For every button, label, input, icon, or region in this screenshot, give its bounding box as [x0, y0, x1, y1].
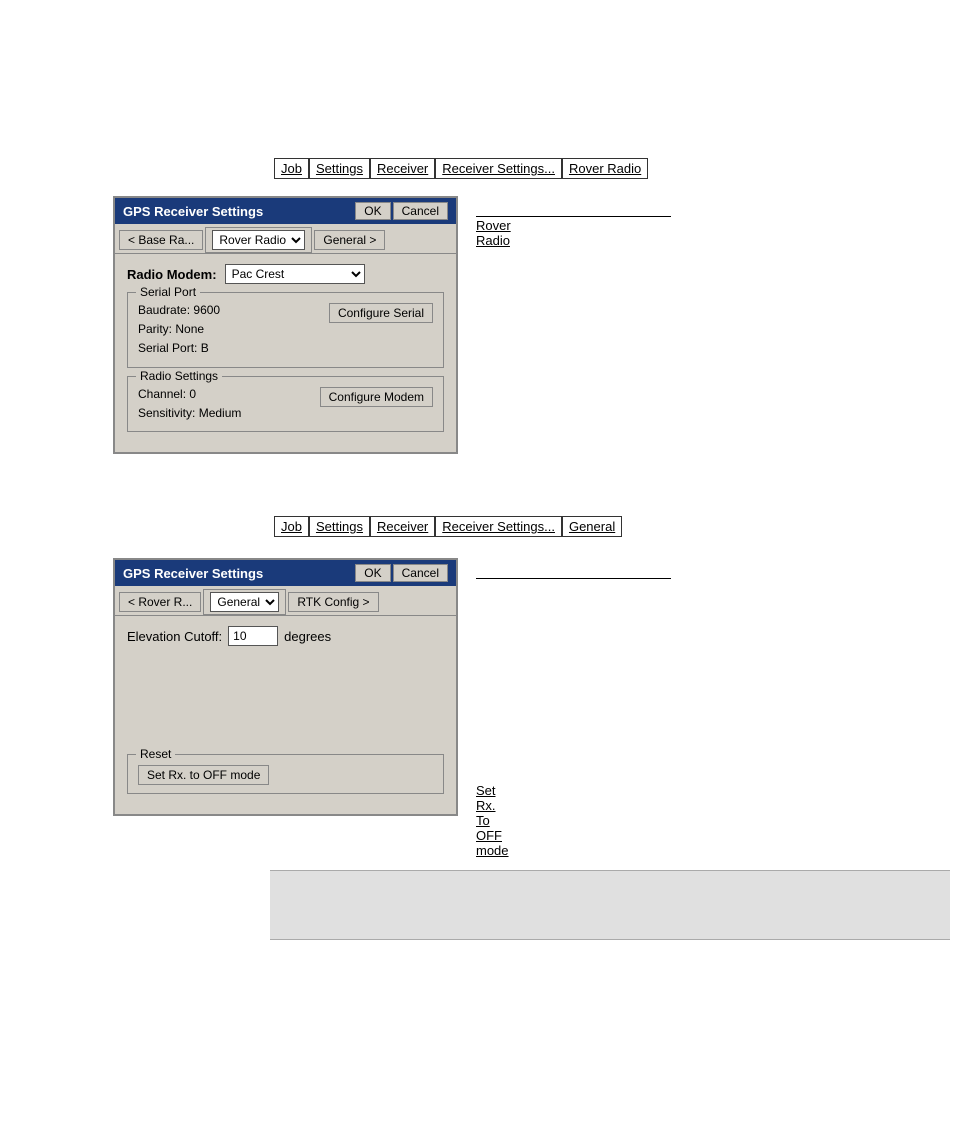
- breadcrumb-settings-1[interactable]: Settings: [309, 158, 370, 179]
- tab-bar-1: < Base Ra... Rover Radio General >: [115, 224, 456, 254]
- parity-row: Parity: None: [138, 320, 319, 339]
- elevation-cutoff-label: Elevation Cutoff:: [127, 629, 222, 644]
- channel-label: Channel:: [138, 387, 186, 401]
- sensitivity-row: Sensitivity: Medium: [138, 404, 310, 423]
- dialog-title-2: GPS Receiver Settings: [123, 566, 263, 581]
- annotation-rover-radio-label: Rover Radio: [476, 218, 511, 248]
- dialog-buttons-2: OK Cancel: [355, 564, 448, 582]
- dialog-ok-2[interactable]: OK: [355, 564, 390, 582]
- tab-prev-1[interactable]: < Base Ra...: [119, 230, 203, 250]
- configure-serial-button[interactable]: Configure Serial: [329, 303, 433, 323]
- dialog-gps-rover-radio: GPS Receiver Settings OK Cancel < Base R…: [113, 196, 458, 454]
- radio-modem-label: Radio Modem:: [127, 267, 217, 282]
- tab-bar-2: < Rover R... General RTK Config >: [115, 586, 456, 616]
- dialog-titlebar-1: GPS Receiver Settings OK Cancel: [115, 198, 456, 224]
- dialog-content-1: Radio Modem: Pac Crest Serial Port Baudr…: [115, 254, 456, 452]
- tab-next-1[interactable]: General >: [314, 230, 385, 250]
- baudrate-value: 9600: [193, 303, 220, 317]
- channel-row: Channel: 0: [138, 385, 310, 404]
- serial-port-row-info: Serial Port: B: [138, 339, 319, 358]
- dialog-cancel-2[interactable]: Cancel: [393, 564, 448, 582]
- breadcrumb-general-2[interactable]: General: [562, 516, 622, 537]
- baudrate-row: Baudrate: 9600: [138, 301, 319, 320]
- breadcrumb-rover-radio-1[interactable]: Rover Radio: [562, 158, 648, 179]
- serial-port-row: Baudrate: 9600 Parity: None Serial Port:…: [138, 301, 433, 359]
- tab-next-2[interactable]: RTK Config >: [288, 592, 378, 612]
- channel-value: 0: [189, 387, 196, 401]
- radio-settings-info: Channel: 0 Sensitivity: Medium: [138, 385, 310, 423]
- degrees-label: degrees: [284, 629, 331, 644]
- breadcrumb-job-2[interactable]: Job: [274, 516, 309, 537]
- serial-port-info: Baudrate: 9600 Parity: None Serial Port:…: [138, 301, 319, 359]
- dialog-ok-1[interactable]: OK: [355, 202, 390, 220]
- serial-port-group-title: Serial Port: [136, 285, 200, 299]
- tab-select-2[interactable]: General: [210, 592, 279, 612]
- breadcrumb-receiver-settings-1[interactable]: Receiver Settings...: [435, 158, 562, 179]
- breadcrumb-row-2: Job Settings Receiver Receiver Settings.…: [274, 516, 622, 537]
- elevation-cutoff-input[interactable]: [228, 626, 278, 646]
- dialog-cancel-1[interactable]: Cancel: [393, 202, 448, 220]
- radio-modem-row: Radio Modem: Pac Crest: [127, 264, 444, 284]
- tab-active-1: Rover Radio: [205, 227, 312, 253]
- radio-modem-select[interactable]: Pac Crest: [225, 264, 365, 284]
- parity-label: Parity:: [138, 322, 172, 336]
- sensitivity-value: Medium: [199, 406, 242, 420]
- sensitivity-label: Sensitivity:: [138, 406, 195, 420]
- footer-bar: [270, 870, 950, 940]
- configure-modem-button[interactable]: Configure Modem: [320, 387, 433, 407]
- dialog-title-1: GPS Receiver Settings: [123, 204, 263, 219]
- elevation-cutoff-row: Elevation Cutoff: degrees: [127, 626, 444, 646]
- tab-select-1[interactable]: Rover Radio: [212, 230, 305, 250]
- radio-settings-group-title: Radio Settings: [136, 369, 222, 383]
- spacer: [127, 654, 444, 754]
- serial-port-value: B: [201, 341, 209, 355]
- breadcrumb-receiver-2[interactable]: Receiver: [370, 516, 435, 537]
- radio-settings-row: Channel: 0 Sensitivity: Medium Configure…: [138, 385, 433, 423]
- dialog-content-2: Elevation Cutoff: degrees Reset Set Rx. …: [115, 616, 456, 814]
- set-rx-button[interactable]: Set Rx. to OFF mode: [138, 765, 269, 785]
- radio-settings-group: Radio Settings Channel: 0 Sensitivity: M…: [127, 376, 444, 432]
- breadcrumb-row-1: Job Settings Receiver Receiver Settings.…: [274, 158, 648, 179]
- annotation-set-rx-label: Set Rx. To OFF mode: [476, 783, 509, 858]
- tab-prev-2[interactable]: < Rover R...: [119, 592, 201, 612]
- dialog-titlebar-2: GPS Receiver Settings OK Cancel: [115, 560, 456, 586]
- baudrate-label: Baudrate:: [138, 303, 190, 317]
- dialog-gps-general: GPS Receiver Settings OK Cancel < Rover …: [113, 558, 458, 816]
- breadcrumb-receiver-settings-2[interactable]: Receiver Settings...: [435, 516, 562, 537]
- reset-group: Reset Set Rx. to OFF mode: [127, 754, 444, 794]
- tab-active-2: General: [203, 589, 286, 615]
- breadcrumb-receiver-1[interactable]: Receiver: [370, 158, 435, 179]
- breadcrumb-job-1[interactable]: Job: [274, 158, 309, 179]
- serial-port-label: Serial Port:: [138, 341, 197, 355]
- parity-value: None: [175, 322, 204, 336]
- serial-port-group: Serial Port Baudrate: 9600 Parity: None …: [127, 292, 444, 368]
- reset-group-title: Reset: [136, 747, 175, 761]
- breadcrumb-settings-2[interactable]: Settings: [309, 516, 370, 537]
- dialog-buttons-1: OK Cancel: [355, 202, 448, 220]
